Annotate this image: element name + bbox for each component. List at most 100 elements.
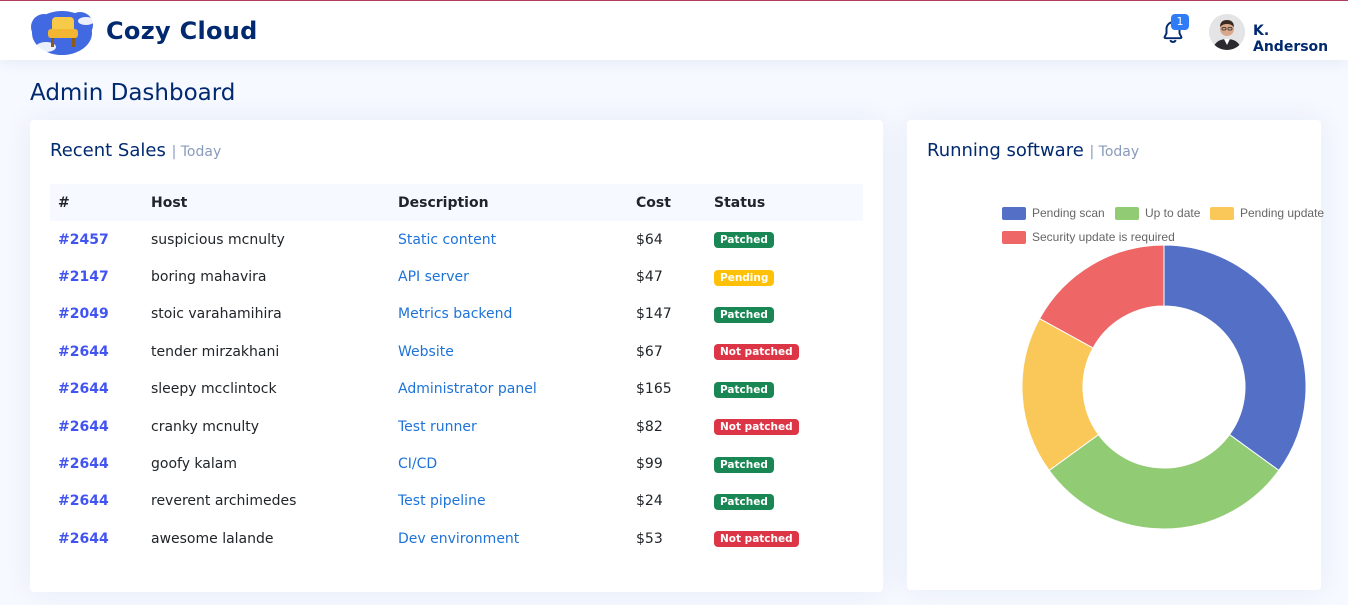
order-id-cell: #2457	[50, 221, 143, 258]
order-id-cell: #2644	[50, 333, 143, 370]
order-id-cell: #2644	[50, 445, 143, 482]
table-row[interactable]: #2644 reverent archimedes Test pipeline $24…	[50, 483, 863, 520]
host-cell: tender mirzakhani	[151, 343, 280, 360]
table-row[interactable]: #2644 awesome lalande Dev environment $53 No…	[50, 520, 863, 557]
table-body: #2457 suspicious mcnulty Static content $64…	[50, 221, 863, 558]
status-cell: Not patched	[706, 520, 863, 557]
order-id-link[interactable]: #2457	[58, 232, 109, 248]
legend-swatch	[1210, 206, 1234, 220]
cost-cell: $99	[636, 456, 663, 473]
running-software-title: Running software | Today	[927, 140, 1139, 161]
status-cell: Patched	[706, 445, 863, 482]
legend-item[interactable]: Pending scan	[1002, 206, 1105, 220]
description-cell: Administrator panel	[390, 371, 628, 408]
donut-slice[interactable]	[1163, 244, 1307, 472]
legend-item[interactable]: Pending update	[1210, 206, 1324, 220]
description-link[interactable]: Test pipeline	[398, 493, 486, 509]
host-cell: reverent archimedes	[151, 493, 297, 510]
column-header-id: #	[58, 194, 70, 211]
order-id-link[interactable]: #2644	[58, 381, 109, 397]
table-row[interactable]: #2644 tender mirzakhani Website $67 Not patc…	[50, 333, 863, 370]
order-id-cell: #2644	[50, 408, 143, 445]
order-id-link[interactable]: #2644	[58, 419, 109, 435]
order-id-cell: #2049	[50, 296, 143, 333]
host-cell: goofy kalam	[151, 456, 237, 473]
status-badge: Patched	[714, 232, 774, 249]
order-id-cell: #2644	[50, 371, 143, 408]
description-cell: Test runner	[390, 408, 628, 445]
legend-item[interactable]: Up to date	[1115, 206, 1200, 220]
table-row[interactable]: #2644 sleepy mcclintock Administrator pane…	[50, 371, 863, 408]
description-link[interactable]: Test runner	[398, 419, 477, 435]
table-row[interactable]: #2049 stoic varahamihira Metrics backend $1…	[50, 296, 863, 333]
recent-sales-title: Recent Sales | Today	[50, 140, 221, 161]
legend-label: Pending scan	[1032, 206, 1105, 220]
cost-cell: $47	[636, 269, 663, 286]
column-header-host: Host	[151, 194, 188, 211]
order-id-cell: #2147	[50, 258, 143, 295]
cost-cell: $67	[636, 343, 663, 360]
user-name[interactable]: K. Anderson	[1253, 23, 1348, 55]
description-link[interactable]: Metrics backend	[398, 306, 512, 322]
status-cell: Patched	[706, 371, 863, 408]
status-badge: Not patched	[714, 419, 799, 436]
cost-cell: $165	[636, 381, 672, 398]
column-header-cost: Cost	[636, 194, 671, 211]
profile-photo-icon	[1209, 14, 1245, 50]
status-badge: Not patched	[714, 344, 799, 361]
table-row[interactable]: #2457 suspicious mcnulty Static content $64…	[50, 221, 863, 258]
description-cell: CI/CD	[390, 445, 628, 482]
recent-sales-title-text: Recent Sales	[50, 140, 166, 161]
recent-sales-table: # Host Description Cost Status #2457 susp…	[50, 184, 863, 558]
brand-name: Cozy Cloud	[106, 17, 258, 45]
cost-cell: $53	[636, 530, 663, 547]
legend-label: Up to date	[1145, 206, 1201, 220]
description-link[interactable]: Static content	[398, 232, 496, 248]
cost-cell: $147	[636, 306, 672, 323]
status-cell: Not patched	[706, 408, 863, 445]
description-cell: Website	[390, 333, 628, 370]
order-id-link[interactable]: #2644	[58, 344, 109, 360]
status-cell: Patched	[706, 483, 863, 520]
description-link[interactable]: Website	[398, 344, 454, 360]
description-link[interactable]: Administrator panel	[398, 381, 537, 397]
recent-sales-card: Recent Sales | Today # Host Description …	[30, 120, 883, 592]
legend-swatch	[1115, 206, 1139, 220]
table-row[interactable]: #2147 boring mahavira API server $47 Pending	[50, 258, 863, 295]
order-id-link[interactable]: #2644	[58, 456, 109, 472]
status-badge: Pending	[714, 269, 775, 286]
table-row[interactable]: #2644 cranky mcnulty Test runner $82 Not pat…	[50, 408, 863, 445]
brand-link[interactable]: Cozy Cloud	[28, 3, 258, 59]
armchair-cloud-logo-icon	[31, 11, 94, 55]
order-id-link[interactable]: #2644	[58, 493, 109, 509]
status-badge: Patched	[714, 456, 774, 473]
table-header-row: # Host Description Cost Status	[50, 184, 863, 221]
page-title: Admin Dashboard	[30, 80, 236, 106]
status-badge: Patched	[714, 306, 774, 323]
order-id-link[interactable]: #2147	[58, 269, 109, 285]
description-cell: Metrics backend	[390, 296, 628, 333]
host-cell: awesome lalande	[151, 530, 274, 547]
description-cell: API server	[390, 258, 628, 295]
running-software-donut-chart	[1021, 244, 1307, 530]
column-header-status: Status	[714, 194, 766, 211]
table-row[interactable]: #2644 goofy kalam CI/CD $99 Patched	[50, 445, 863, 482]
top-header: Cozy Cloud 1 K. Anderson	[0, 0, 1348, 60]
host-cell: suspicious mcnulty	[151, 231, 285, 248]
host-cell: cranky mcnulty	[151, 418, 259, 435]
description-link[interactable]: CI/CD	[398, 456, 437, 472]
status-cell: Not patched	[706, 333, 863, 370]
order-id-cell: #2644	[50, 520, 143, 557]
order-id-link[interactable]: #2644	[58, 531, 109, 547]
user-avatar[interactable]	[1209, 14, 1245, 50]
order-id-link[interactable]: #2049	[58, 306, 109, 322]
host-cell: sleepy mcclintock	[151, 381, 277, 398]
description-link[interactable]: API server	[398, 269, 469, 285]
description-link[interactable]: Dev environment	[398, 531, 519, 547]
running-software-period: | Today	[1089, 144, 1140, 160]
notification-count-badge: 1	[1171, 14, 1189, 30]
column-header-description: Description	[398, 194, 489, 211]
donut-slice[interactable]	[1048, 433, 1280, 530]
host-cell: stoic varahamihira	[151, 306, 282, 323]
description-cell: Static content	[390, 221, 628, 258]
